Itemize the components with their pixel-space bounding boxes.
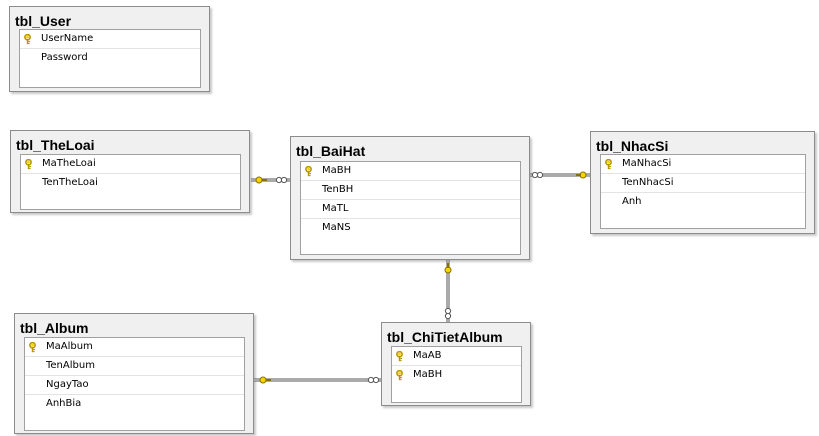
table-title: tbl_User	[15, 13, 72, 29]
column-row[interactable]: TenTheLoai	[21, 174, 240, 193]
table-tbl-theloai[interactable]: tbl_TheLoai MaTheLoai TenTheLoai	[10, 130, 250, 213]
key-icon	[28, 342, 37, 353]
column-name: NgayTao	[46, 379, 89, 390]
key-endpoint-icon	[444, 263, 452, 274]
column-name: Password	[41, 52, 88, 63]
table-tbl-baihat[interactable]: tbl_BaiHat MaBH TenBH MaTL MaNS	[290, 136, 530, 260]
column-row[interactable]: MaAlbum	[25, 338, 244, 357]
column-grid: MaAB MaBH	[391, 346, 522, 403]
relationship-theloai-baihat[interactable]	[251, 176, 290, 184]
column-row[interactable]: MaNS	[301, 219, 520, 238]
infinity-endpoint-icon	[275, 176, 288, 184]
infinity-endpoint-icon	[531, 171, 544, 179]
key-icon	[395, 370, 404, 381]
key-endpoint-icon	[576, 171, 587, 179]
table-tbl-album[interactable]: tbl_Album MaAlbum TenAlbum NgayTao AnhBi…	[14, 313, 254, 434]
column-name: MaAlbum	[46, 341, 93, 352]
key-endpoint-icon	[255, 176, 267, 184]
column-row[interactable]: MaBH	[392, 366, 521, 385]
key-icon	[604, 159, 613, 170]
key-endpoint-icon	[259, 376, 271, 384]
column-row[interactable]: TenNhacSi	[601, 174, 805, 193]
column-row[interactable]: TenAlbum	[25, 357, 244, 376]
column-grid: MaTheLoai TenTheLoai	[20, 154, 241, 210]
key-icon	[304, 166, 313, 177]
key-icon	[24, 159, 33, 170]
key-icon	[395, 351, 404, 362]
column-name: TenBH	[322, 184, 354, 195]
column-name: MaNhacSi	[622, 158, 672, 169]
column-row[interactable]: MaTL	[301, 200, 520, 219]
table-title: tbl_TheLoai	[16, 137, 95, 153]
column-row[interactable]: MaBH	[301, 162, 520, 181]
column-name: MaTheLoai	[42, 158, 96, 169]
infinity-endpoint-icon	[367, 376, 380, 384]
column-name: TenTheLoai	[42, 177, 98, 188]
column-row[interactable]: AnhBia	[25, 395, 244, 414]
column-name: MaAB	[413, 350, 442, 361]
column-name: MaBH	[413, 369, 443, 380]
table-tbl-nhacsi[interactable]: tbl_NhacSi MaNhacSi TenNhacSi Anh	[590, 131, 815, 234]
column-row[interactable]: TenBH	[301, 181, 520, 200]
table-tbl-chitietalbum[interactable]: tbl_ChiTietAlbum MaAB MaBH	[381, 322, 531, 406]
table-title: tbl_NhacSi	[596, 138, 669, 154]
table-tbl-user[interactable]: tbl_User UserName Password	[9, 6, 210, 92]
column-name: TenNhacSi	[622, 177, 674, 188]
table-title: tbl_Album	[20, 320, 89, 336]
column-name: MaTL	[322, 203, 349, 214]
column-row[interactable]: MaNhacSi	[601, 155, 805, 174]
column-grid: MaBH TenBH MaTL MaNS	[300, 161, 521, 255]
column-name: MaNS	[322, 222, 351, 233]
relationship-album-chitietalbum[interactable]	[254, 376, 381, 384]
column-grid: UserName Password	[19, 29, 201, 88]
column-row[interactable]: MaAB	[392, 347, 521, 366]
relationship-nhacsi-baihat[interactable]	[530, 171, 590, 179]
table-title: tbl_ChiTietAlbum	[387, 329, 503, 345]
column-name: UserName	[41, 33, 94, 44]
column-name: MaBH	[322, 165, 352, 176]
column-name: TenAlbum	[46, 360, 95, 371]
column-name: Anh	[622, 196, 642, 207]
relationship-baihat-chitietalbum[interactable]	[444, 260, 452, 322]
column-row[interactable]: Password	[20, 49, 200, 68]
table-title: tbl_BaiHat	[296, 143, 366, 159]
column-name: AnhBia	[46, 398, 82, 409]
column-row[interactable]: UserName	[20, 30, 200, 49]
column-row[interactable]: NgayTao	[25, 376, 244, 395]
column-grid: MaNhacSi TenNhacSi Anh	[600, 154, 806, 229]
column-row[interactable]: MaTheLoai	[21, 155, 240, 174]
column-grid: MaAlbum TenAlbum NgayTao AnhBia	[24, 337, 245, 431]
key-icon	[23, 34, 32, 45]
column-row[interactable]: Anh	[601, 193, 805, 212]
infinity-endpoint-icon	[444, 307, 452, 320]
